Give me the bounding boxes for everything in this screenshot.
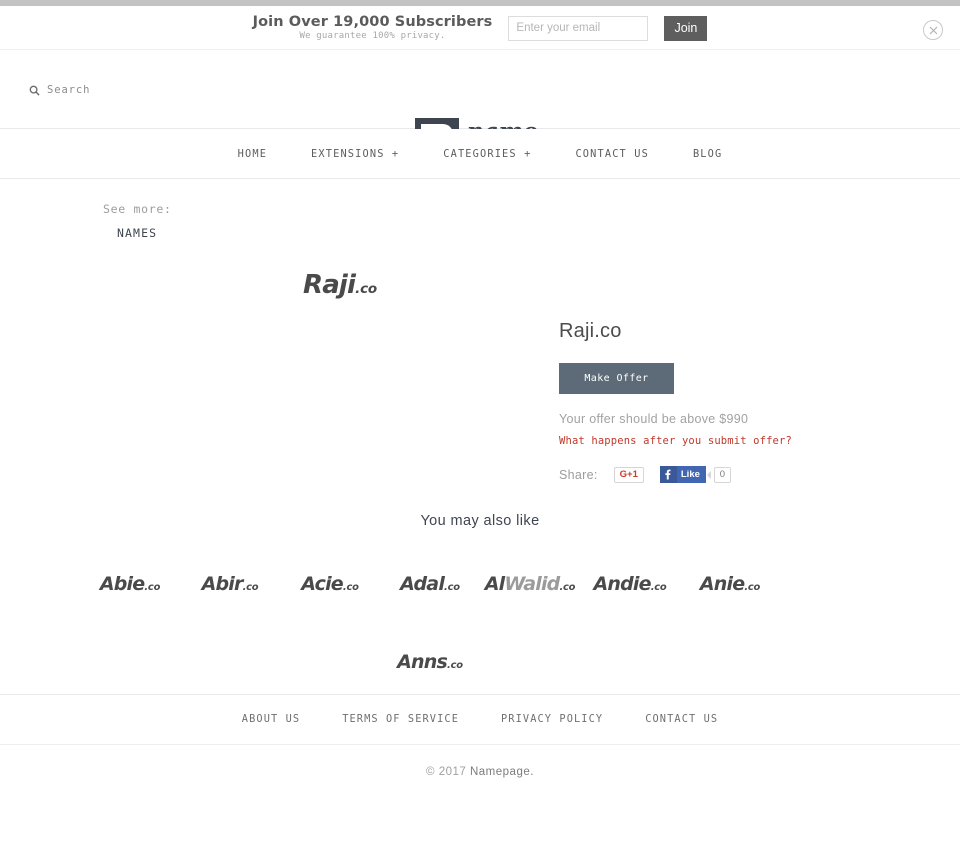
- breadcrumb-category-link[interactable]: NAMES: [117, 226, 172, 240]
- related-tld: .co: [242, 582, 259, 593]
- related-tld: .co: [559, 582, 576, 593]
- footer-link-contact-us[interactable]: CONTACT US: [645, 713, 718, 725]
- footer-divider: [0, 694, 960, 695]
- promo-title: Join Over 19,000 Subscribers: [252, 13, 493, 30]
- search-label: Search: [47, 84, 91, 96]
- nav-item-extensions[interactable]: EXTENSIONS +: [311, 148, 399, 160]
- facebook-like-widget: Like 0: [659, 466, 731, 484]
- product-image: Raji.co: [150, 250, 530, 320]
- related-name: Anns: [397, 651, 448, 673]
- breadcrumb-label: See more:: [103, 202, 172, 216]
- offer-minimum-note: Your offer should be above $990: [559, 412, 749, 426]
- copyright: © 2017 Namepage.: [0, 766, 960, 778]
- footer-divider-lower: [0, 744, 960, 745]
- list-item[interactable]: Andie.co: [580, 545, 680, 623]
- copyright-prefix: © 2017: [426, 766, 470, 778]
- search-icon: [29, 85, 40, 96]
- related-name: Adal: [400, 573, 445, 595]
- newsletter-email-input[interactable]: [508, 15, 649, 41]
- footer-navigation: ABOUT US TERMS OF SERVICE PRIVACY POLICY…: [0, 706, 960, 732]
- share-row: Share: G+1 Like 0: [559, 466, 859, 484]
- related-tld: .co: [447, 660, 463, 671]
- nav-item-home[interactable]: HOME: [238, 148, 267, 160]
- product-logo-name: Raji: [302, 270, 356, 300]
- close-icon[interactable]: [923, 20, 943, 40]
- breadcrumb: See more: NAMES: [103, 200, 172, 240]
- related-tld: .co: [650, 582, 667, 593]
- related-tld: .co: [744, 582, 761, 593]
- newsletter-promo-bar: Join Over 19,000 Subscribers We guarante…: [0, 6, 960, 50]
- facebook-like-count: 0: [713, 466, 731, 483]
- nav-item-categories[interactable]: CATEGORIES +: [443, 148, 531, 160]
- footer-link-terms-of-service[interactable]: TERMS OF SERVICE: [342, 713, 459, 725]
- product-logo-wordmark: Raji.co: [303, 270, 377, 300]
- share-label: Share:: [559, 467, 598, 482]
- footer-link-privacy-policy[interactable]: PRIVACY POLICY: [501, 713, 603, 725]
- related-name: Andie: [593, 573, 651, 595]
- facebook-like-button[interactable]: Like: [659, 466, 706, 484]
- facebook-count-notch: [706, 470, 711, 479]
- list-item[interactable]: AlWalid.co: [480, 545, 580, 623]
- related-name: Acie: [301, 573, 343, 595]
- related-tld: .co: [444, 582, 460, 593]
- related-name: Anie: [699, 573, 745, 595]
- promo-text-block: Join Over 19,000 Subscribers We guarante…: [252, 13, 493, 42]
- search-button[interactable]: Search: [29, 84, 90, 96]
- facebook-like-label: Like: [676, 466, 706, 484]
- related-name: Al: [484, 573, 505, 595]
- list-item[interactable]: Anie.co: [680, 545, 780, 623]
- product-logo-tld: .co: [355, 281, 378, 297]
- footer-link-about-us[interactable]: ABOUT US: [242, 713, 300, 725]
- nav-item-blog[interactable]: BLOG: [693, 148, 722, 160]
- newsletter-join-button[interactable]: Join: [664, 15, 708, 41]
- main-navigation: HOME EXTENSIONS + CATEGORIES + CONTACT U…: [0, 129, 960, 179]
- related-products-grid: Abie.co Abir.co Acie.co Adal.co AlWalid.…: [80, 545, 880, 701]
- list-item[interactable]: Anns.co: [380, 623, 480, 701]
- related-tld: .co: [342, 582, 359, 593]
- make-offer-button[interactable]: Make Offer: [559, 363, 674, 394]
- product-details: Raji.co Make Offer Your offer should be …: [559, 320, 859, 484]
- google-plus-one-button[interactable]: G+1: [613, 466, 644, 483]
- list-item[interactable]: Abir.co: [180, 545, 280, 623]
- nav-item-contact-us[interactable]: CONTACT US: [575, 148, 649, 160]
- facebook-icon: [659, 466, 677, 484]
- related-tld: .co: [144, 582, 161, 593]
- related-heading: You may also like: [420, 513, 540, 529]
- list-item[interactable]: Abie.co: [80, 545, 180, 623]
- site-header: Search n name PAGE: [0, 51, 960, 166]
- related-name-soft: Walid: [504, 573, 560, 595]
- promo-subtitle: We guarantee 100% privacy.: [299, 30, 446, 41]
- list-item[interactable]: Adal.co: [380, 545, 480, 623]
- nav-list: HOME EXTENSIONS + CATEGORIES + CONTACT U…: [0, 129, 960, 179]
- offer-help-link[interactable]: What happens after you submit offer?: [559, 435, 859, 447]
- related-name: Abie: [99, 573, 145, 595]
- page-root: Join Over 19,000 Subscribers We guarante…: [0, 0, 960, 843]
- copyright-brand: Namepage.: [469, 766, 534, 778]
- page-title: Raji.co: [559, 320, 622, 342]
- related-name: Abir: [201, 573, 244, 595]
- list-item[interactable]: Acie.co: [280, 545, 380, 623]
